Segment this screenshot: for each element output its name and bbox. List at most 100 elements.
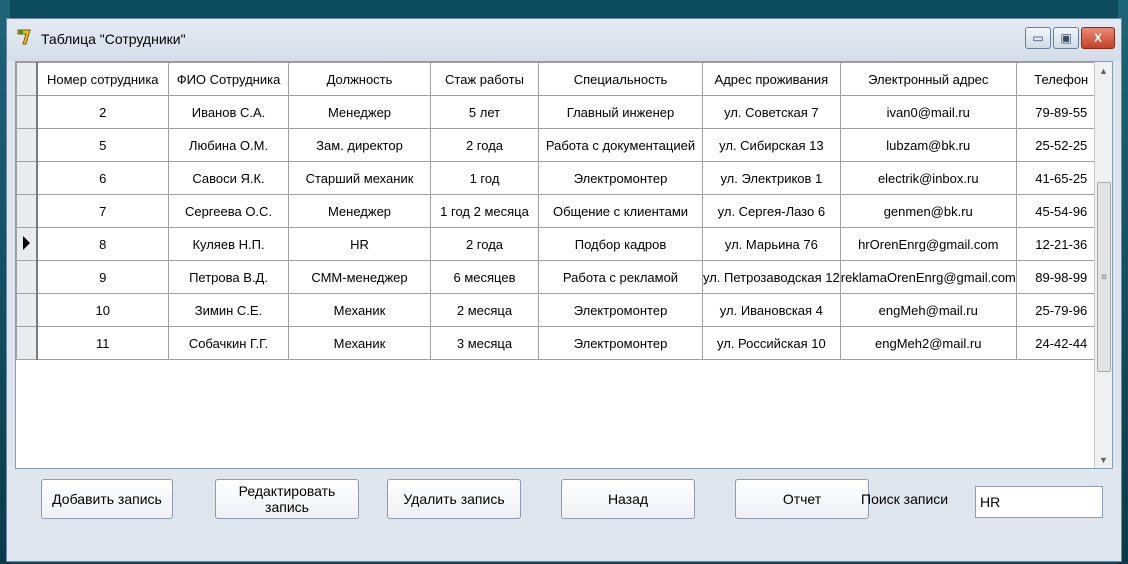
vertical-scrollbar[interactable]: ▲ ≡ ▼ (1094, 62, 1112, 468)
table-cell[interactable]: HR (288, 227, 431, 261)
table-cell[interactable]: 1 год (430, 161, 539, 195)
employees-grid[interactable]: Номер сотрудника ФИО Сотрудника Должност… (15, 61, 1113, 469)
table-cell[interactable]: ул. Ивановская 4 (702, 293, 841, 327)
table-cell[interactable]: engMeh@mail.ru (839, 293, 1017, 327)
row-selector[interactable] (16, 326, 38, 360)
row-selector[interactable] (16, 95, 38, 129)
table-cell[interactable]: Зимин С.Е. (168, 293, 289, 327)
table-cell[interactable]: Менеджер (288, 95, 431, 129)
close-button[interactable]: X (1081, 27, 1115, 49)
table-cell[interactable]: Старший механик (288, 161, 431, 195)
table-cell[interactable]: 3 месяца (430, 326, 539, 360)
title-bar[interactable]: Таблица "Сотрудники" ▭ ▣ X (7, 19, 1121, 61)
minimize-button[interactable]: ▭ (1025, 27, 1051, 49)
table-cell[interactable]: Электромонтер (538, 293, 703, 327)
table-cell[interactable]: ул. Советская 7 (702, 95, 841, 129)
table-cell[interactable]: 11 (36, 326, 169, 360)
table-row[interactable]: 2 Иванов С.А. Менеджер 5 лет Главный инж… (16, 95, 1107, 129)
column-header[interactable]: Специальность (538, 62, 703, 96)
table-cell[interactable]: hrOrenEnrg@gmail.com (839, 227, 1017, 261)
table-cell[interactable]: ул. Сибирская 13 (702, 128, 841, 162)
table-row[interactable]: 5 Любина О.М. Зам. директор 2 года Работ… (16, 128, 1107, 162)
table-cell[interactable]: Механик (288, 326, 431, 360)
table-cell[interactable]: ул. Российская 10 (702, 326, 841, 360)
table-cell[interactable]: 5 лет (430, 95, 539, 129)
table-cell[interactable]: Савоси Я.К. (168, 161, 289, 195)
column-header[interactable]: Электронный адрес (839, 62, 1017, 96)
back-button[interactable]: Назад (561, 479, 695, 519)
table-cell[interactable]: 2 месяца (430, 293, 539, 327)
table-cell[interactable]: 25-79-96 (1015, 293, 1107, 327)
table-cell[interactable]: genmen@bk.ru (839, 194, 1017, 228)
table-cell[interactable]: 6 (36, 161, 169, 195)
scroll-down-icon[interactable]: ▼ (1095, 451, 1112, 468)
table-cell[interactable]: Работа с документацией (538, 128, 703, 162)
table-cell[interactable]: Петрова В.Д. (168, 260, 289, 294)
edit-record-button[interactable]: Редактировать запись (215, 479, 359, 519)
table-row[interactable]: 11 Собачкин Г.Г. Механик 3 месяца Электр… (16, 326, 1107, 360)
table-cell[interactable]: Зам. директор (288, 128, 431, 162)
table-cell[interactable]: 5 (36, 128, 169, 162)
report-button[interactable]: Отчет (735, 479, 869, 519)
table-cell[interactable]: Главный инженер (538, 95, 703, 129)
table-cell[interactable]: ул. Марьина 76 (702, 227, 841, 261)
table-row[interactable]: 10 Зимин С.Е. Механик 2 месяца Электромо… (16, 293, 1107, 327)
table-cell[interactable]: Сергеева О.С. (168, 194, 289, 228)
column-header[interactable]: Адрес проживания (702, 62, 841, 96)
table-cell[interactable]: engMeh2@mail.ru (839, 326, 1017, 360)
scroll-up-icon[interactable]: ▲ (1095, 62, 1112, 79)
table-cell[interactable]: 24-42-44 (1015, 326, 1107, 360)
table-cell[interactable]: 6 месяцев (430, 260, 539, 294)
scroll-thumb[interactable]: ≡ (1097, 182, 1111, 372)
table-cell[interactable]: ул. Петрозаводская 12 (702, 260, 841, 294)
table-row-current[interactable]: 8 Куляев Н.П. HR 2 года Подбор кадров ул… (16, 227, 1107, 261)
table-cell[interactable]: 2 (36, 95, 169, 129)
table-cell[interactable]: 89-98-99 (1015, 260, 1107, 294)
table-cell[interactable]: Электромонтер (538, 161, 703, 195)
table-row[interactable]: 7 Сергеева О.С. Менеджер 1 год 2 месяца … (16, 194, 1107, 228)
table-row[interactable]: 6 Савоси Я.К. Старший механик 1 год Элек… (16, 161, 1107, 195)
table-cell[interactable]: 8 (36, 227, 169, 261)
table-cell[interactable]: reklamaOrenEnrg@gmail.com (839, 260, 1017, 294)
add-record-button[interactable]: Добавить запись (41, 479, 173, 519)
row-selector[interactable] (16, 194, 38, 228)
table-cell[interactable]: Иванов С.А. (168, 95, 289, 129)
table-cell[interactable]: Собачкин Г.Г. (168, 326, 289, 360)
maximize-button[interactable]: ▣ (1053, 27, 1079, 49)
table-cell[interactable]: Работа с рекламой (538, 260, 703, 294)
table-cell[interactable]: 1 год 2 месяца (430, 194, 539, 228)
column-header[interactable]: Должность (288, 62, 431, 96)
table-cell[interactable]: electrik@inbox.ru (839, 161, 1017, 195)
table-cell[interactable]: ул. Сергея-Лазо 6 (702, 194, 841, 228)
table-row[interactable]: 9 Петрова В.Д. СММ-менеджер 6 месяцев Ра… (16, 260, 1107, 294)
search-input[interactable]: HR (975, 486, 1103, 518)
row-selector[interactable] (16, 260, 38, 294)
column-header[interactable]: Телефон (1015, 62, 1107, 96)
table-cell[interactable]: Менеджер (288, 194, 431, 228)
table-cell[interactable]: 2 года (430, 128, 539, 162)
table-cell[interactable]: 9 (36, 260, 169, 294)
table-cell[interactable]: 79-89-55 (1015, 95, 1107, 129)
table-cell[interactable]: ivan0@mail.ru (839, 95, 1017, 129)
table-cell[interactable]: 10 (36, 293, 169, 327)
table-cell[interactable]: 12-21-36 (1015, 227, 1107, 261)
row-selector[interactable] (16, 161, 38, 195)
table-cell[interactable]: 25-52-25 (1015, 128, 1107, 162)
table-cell[interactable]: СММ-менеджер (288, 260, 431, 294)
table-cell[interactable]: lubzam@bk.ru (839, 128, 1017, 162)
row-selector[interactable] (16, 227, 38, 261)
table-cell[interactable]: Механик (288, 293, 431, 327)
table-cell[interactable]: 45-54-96 (1015, 194, 1107, 228)
table-cell[interactable]: ул. Электриков 1 (702, 161, 841, 195)
delete-record-button[interactable]: Удалить запись (387, 479, 521, 519)
table-cell[interactable]: Куляев Н.П. (168, 227, 289, 261)
table-cell[interactable]: 2 года (430, 227, 539, 261)
table-cell[interactable]: Электромонтер (538, 326, 703, 360)
table-cell[interactable]: 41-65-25 (1015, 161, 1107, 195)
table-cell[interactable]: Общение с клиентами (538, 194, 703, 228)
column-header[interactable]: Стаж работы (430, 62, 539, 96)
row-selector[interactable] (16, 293, 38, 327)
table-cell[interactable]: Любина О.М. (168, 128, 289, 162)
column-header[interactable]: ФИО Сотрудника (168, 62, 289, 96)
column-header[interactable]: Номер сотрудника (36, 62, 169, 96)
